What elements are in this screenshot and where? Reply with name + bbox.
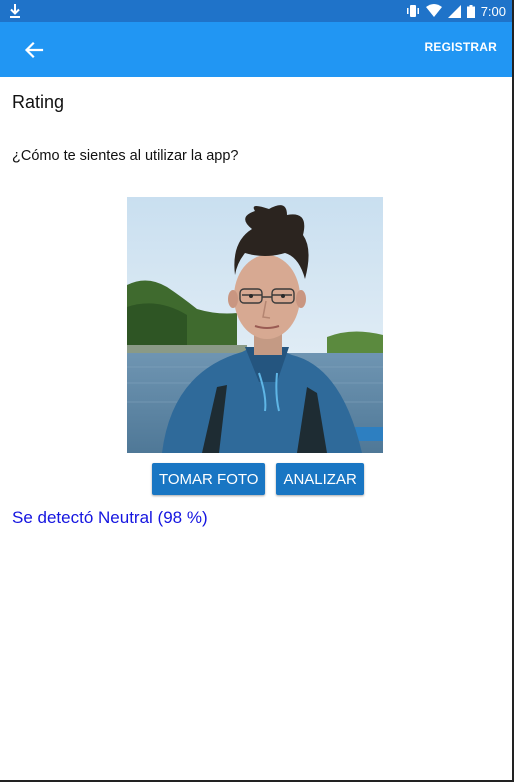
page-title: Rating bbox=[12, 92, 65, 112]
app-bar: REGISTRAR bbox=[0, 22, 512, 77]
result-text: Se detectó Neutral (98 %) bbox=[12, 508, 208, 527]
analyze-button[interactable]: ANALIZAR bbox=[276, 463, 364, 495]
battery-icon bbox=[466, 4, 475, 18]
signal-icon bbox=[447, 4, 461, 18]
status-bar: 7:00 bbox=[0, 0, 512, 22]
register-button[interactable]: REGISTRAR bbox=[425, 40, 497, 54]
question-text: ¿Cómo te sientes al utilizar la app? bbox=[12, 148, 239, 164]
status-icons: 7:00 bbox=[406, 0, 506, 22]
selfie-photo bbox=[127, 197, 383, 453]
vibrate-icon bbox=[406, 5, 419, 17]
arrow-back-icon[interactable] bbox=[20, 36, 48, 64]
download-icon bbox=[10, 4, 20, 18]
take-photo-button[interactable]: TOMAR FOTO bbox=[152, 463, 266, 495]
action-buttons: TOMAR FOTO ANALIZAR bbox=[152, 463, 364, 495]
wifi-icon bbox=[425, 4, 442, 17]
status-time: 7:00 bbox=[480, 3, 506, 19]
